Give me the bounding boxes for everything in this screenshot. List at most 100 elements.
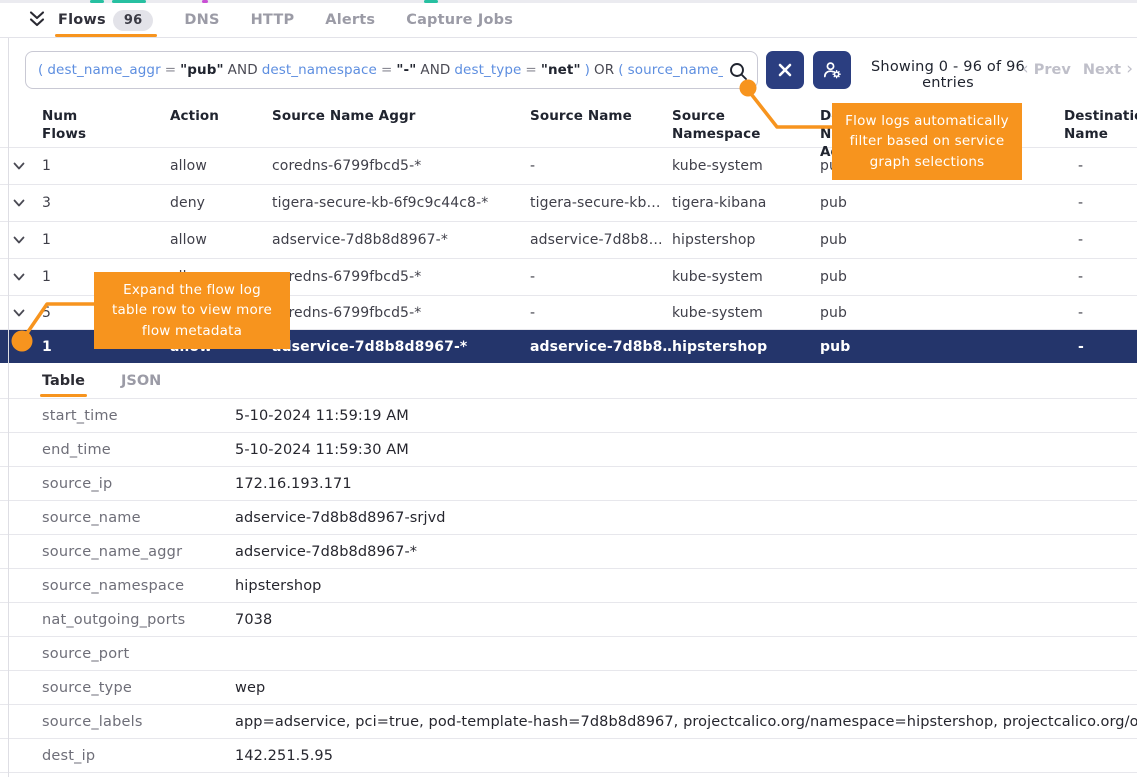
cell-action: allow xyxy=(170,158,272,174)
cell-dest-name-aggr: pub xyxy=(820,232,1064,248)
query-token: source_name_aggr xyxy=(628,62,723,78)
cell-source-name: tigera-secure-kb… xyxy=(530,195,672,211)
col-source-name: Source Name xyxy=(530,107,672,125)
cell-source-name: - xyxy=(530,158,672,174)
cell-destination-name: - xyxy=(1064,305,1137,321)
clear-filter-button[interactable] xyxy=(766,51,804,89)
cell-source-name-aggr: tigera-secure-kb-6f9c9c44c8-* xyxy=(272,195,530,211)
cell-source-name-aggr: adservice-7d8b8d8967-* xyxy=(272,232,530,248)
cell-action: deny xyxy=(170,195,272,211)
cell-source-namespace: hipstershop xyxy=(672,232,820,248)
tab-flows[interactable]: Flows 96 xyxy=(58,3,153,38)
detail-field-value: wep xyxy=(235,680,1137,696)
detail-field-row: source_typewep xyxy=(0,671,1137,705)
row-expand-chevron-icon[interactable] xyxy=(12,270,26,284)
detail-tab-json[interactable]: JSON xyxy=(121,363,161,399)
cell-source-name: adservice-7d8b8… xyxy=(530,232,672,248)
row-expand-chevron-icon[interactable] xyxy=(12,159,26,173)
detail-tab-table[interactable]: Table xyxy=(42,363,85,399)
cell-source-namespace: kube-system xyxy=(672,269,820,285)
detail-field-value: hipstershop xyxy=(235,578,1137,594)
detail-field-key: dest_ip xyxy=(42,748,235,764)
panel-left-border xyxy=(8,38,9,777)
column-settings-button[interactable] xyxy=(813,51,851,89)
tab-capture-jobs[interactable]: Capture Jobs xyxy=(406,3,513,38)
pager: ‹ Prev Next › xyxy=(1022,59,1133,79)
next-page-button[interactable]: Next › xyxy=(1083,59,1133,79)
filter-row: (dest_name_aggr="pub"ANDdest_namespace="… xyxy=(0,38,1137,96)
query-token: ( xyxy=(618,62,623,78)
filter-query-input[interactable]: (dest_name_aggr="pub"ANDdest_namespace="… xyxy=(25,51,758,89)
col-source-namespace: Source Namespace xyxy=(672,107,750,143)
col-source-name-aggr: Source Name Aggr xyxy=(272,107,530,125)
cell-destination-name: - xyxy=(1064,195,1137,211)
detail-field-row: source_port xyxy=(0,637,1137,671)
detail-field-row: source_namespacehipstershop xyxy=(0,569,1137,603)
cell-source-name: - xyxy=(530,305,672,321)
tab-http[interactable]: HTTP xyxy=(251,3,295,38)
tab-alerts[interactable]: Alerts xyxy=(325,3,375,38)
detail-field-row: source_name_aggradservice-7d8b8d8967-* xyxy=(0,535,1137,569)
cell-source-namespace: tigera-kibana xyxy=(672,195,820,211)
row-expand-chevron-icon[interactable] xyxy=(12,196,26,210)
query-token: "pub" xyxy=(180,62,224,78)
cell-source-name-aggr: adservice-7d8b8d8967-* xyxy=(272,339,530,355)
detail-field-value: adservice-7d8b8d8967-srjvd xyxy=(235,510,1137,526)
cell-destination-name: - xyxy=(1064,158,1137,174)
collapse-panel-button[interactable] xyxy=(24,7,50,33)
flows-count-badge: 96 xyxy=(113,10,154,31)
cell-destination-name: - xyxy=(1064,269,1137,285)
detail-field-key: end_time xyxy=(42,442,235,458)
cell-dest-name-aggr: pub xyxy=(820,195,1064,211)
row-expand-chevron-icon[interactable] xyxy=(12,306,26,320)
detail-field-key: source_labels xyxy=(42,714,235,730)
query-token: = xyxy=(381,62,392,78)
query-token: AND xyxy=(228,62,258,78)
close-icon xyxy=(777,62,793,78)
detail-field-row: nat_outgoing_ports7038 xyxy=(0,603,1137,637)
detail-field-row: source_labelsapp=adservice, pci=true, po… xyxy=(0,705,1137,739)
query-token: dest_name_aggr xyxy=(47,62,160,78)
row-expand-chevron-icon[interactable] xyxy=(12,233,26,247)
table-row[interactable]: 1allowadservice-7d8b8d8967-*adservice-7d… xyxy=(0,222,1137,259)
cell-source-namespace: kube-system xyxy=(672,158,820,174)
detail-field-value: 7038 xyxy=(235,612,1137,628)
query-token: OR xyxy=(594,62,614,78)
detail-field-value: 142.251.5.95 xyxy=(235,748,1137,764)
log-tabs-bar: Flows 96 DNS HTTP Alerts Capture Jobs xyxy=(0,3,1137,38)
prev-page-button[interactable]: ‹ Prev xyxy=(1022,59,1071,79)
cell-destination-name: - xyxy=(1064,339,1137,355)
cell-source-namespace: hipstershop xyxy=(672,339,820,355)
query-token: "net" xyxy=(541,62,581,78)
cell-source-name-aggr: coredns-6799fbcd5-* xyxy=(272,269,530,285)
cell-dest-name-aggr: pub xyxy=(820,269,1064,285)
detail-field-value: adservice-7d8b8d8967-* xyxy=(235,544,1137,560)
query-token: AND xyxy=(420,62,450,78)
user-gear-icon xyxy=(821,59,843,81)
query-token: ( xyxy=(38,62,43,78)
query-token: ) xyxy=(585,62,590,78)
query-token: "-" xyxy=(396,62,416,78)
cell-dest-name-aggr: pub xyxy=(820,305,1064,321)
pagination-summary: Showing 0 - 96 of 96 entries xyxy=(858,59,1038,91)
table-row[interactable]: 3denytigera-secure-kb-6f9c9c44c8-*tigera… xyxy=(0,185,1137,222)
tab-dns[interactable]: DNS xyxy=(184,3,219,38)
expand-row-tooltip: Expand the flow log table row to view mo… xyxy=(94,272,290,349)
detail-field-row: dest_ip142.251.5.95 xyxy=(0,739,1137,773)
detail-field-key: start_time xyxy=(42,408,235,424)
detail-field-key: source_name xyxy=(42,510,235,526)
cell-action: allow xyxy=(170,232,272,248)
query-token: = xyxy=(165,62,176,78)
cell-num-flows: 1 xyxy=(42,232,170,248)
col-action: Action xyxy=(170,107,272,125)
col-num-flows: Num Flows xyxy=(42,107,88,143)
detail-field-key: source_ip xyxy=(42,476,235,492)
cell-num-flows: 3 xyxy=(42,195,170,211)
query-token: = xyxy=(525,62,536,78)
detail-field-key: source_port xyxy=(42,646,235,662)
flow-logs-panel: Flows 96 DNS HTTP Alerts Capture Jobs (d… xyxy=(0,0,1137,777)
cell-source-namespace: kube-system xyxy=(672,305,820,321)
detail-field-row: source_nameadservice-7d8b8d8967-srjvd xyxy=(0,501,1137,535)
cell-source-name-aggr: coredns-6799fbcd5-* xyxy=(272,158,530,174)
filter-tooltip: Flow logs automatically filter based on … xyxy=(832,103,1022,180)
